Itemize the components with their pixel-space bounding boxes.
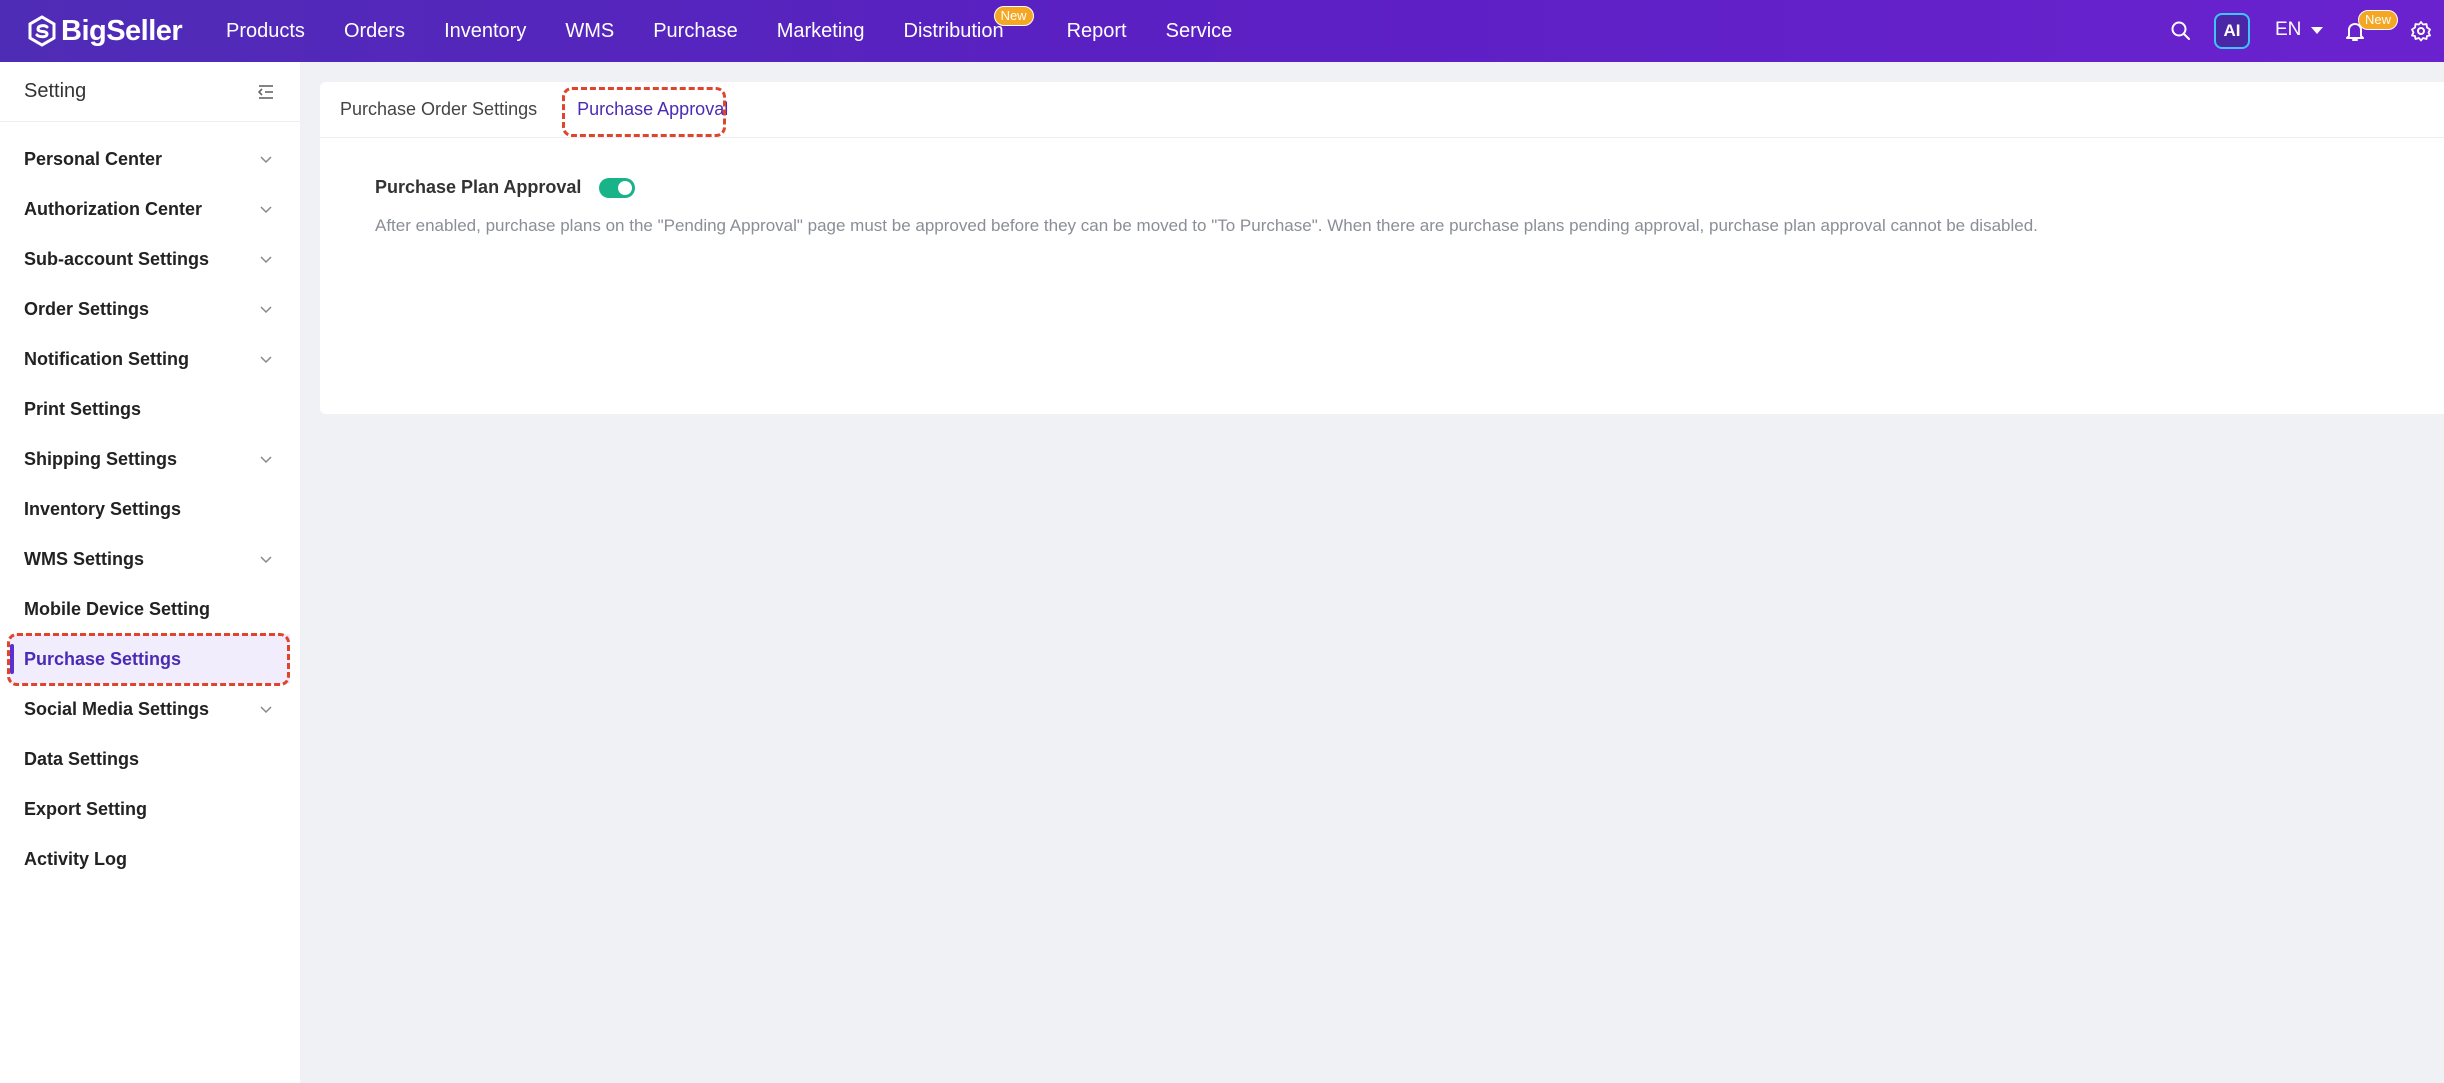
chevron-down-icon bbox=[260, 206, 272, 214]
sidebar-item-purchase-settings[interactable]: Purchase Settings bbox=[10, 634, 290, 684]
sidebar-item-label: Mobile Device Setting bbox=[24, 598, 211, 619]
sidebar-item-label: Sub-account Settings bbox=[24, 248, 210, 269]
settings-sidebar: Setting Personal Center Authorization Ce… bbox=[0, 62, 300, 1083]
main-nav: Products Orders Inventory WMS Purchase M… bbox=[226, 0, 1271, 62]
sidebar-header: Setting bbox=[0, 62, 300, 122]
sidebar-item-label: Order Settings bbox=[24, 298, 150, 319]
nav-wms[interactable]: WMS bbox=[565, 20, 614, 43]
sidebar-item-label: Data Settings bbox=[24, 748, 140, 769]
settings-panel: Purchase Order Settings Purchase Approva… bbox=[320, 82, 2444, 414]
sidebar-item-label: Notification Setting bbox=[24, 348, 189, 369]
tab-purchase-approval[interactable]: Purchase Approval bbox=[577, 99, 728, 120]
sidebar-item-label: Authorization Center bbox=[24, 198, 202, 219]
notification-new-badge: New bbox=[2358, 10, 2399, 30]
sidebar-item-print-settings[interactable]: Print Settings bbox=[0, 384, 300, 434]
nav-products[interactable]: Products bbox=[226, 20, 305, 43]
sidebar-item-export-setting[interactable]: Export Setting bbox=[0, 784, 300, 834]
tab-purchase-order-settings[interactable]: Purchase Order Settings bbox=[340, 99, 537, 120]
nav-report[interactable]: Report bbox=[1067, 20, 1127, 43]
sidebar-item-label: Social Media Settings bbox=[24, 698, 210, 719]
nav-marketing[interactable]: Marketing bbox=[777, 20, 865, 43]
language-selector[interactable]: EN bbox=[2275, 19, 2324, 41]
ai-assistant-button[interactable]: AI bbox=[2214, 13, 2250, 49]
sidebar-title: Setting bbox=[24, 80, 87, 102]
nav-service[interactable]: Service bbox=[1166, 20, 1233, 43]
sidebar-item-shipping-settings[interactable]: Shipping Settings bbox=[0, 434, 300, 484]
sidebar-item-notification-setting[interactable]: Notification Setting bbox=[0, 334, 300, 384]
language-label: EN bbox=[2275, 19, 2302, 40]
sidebar-item-label: Personal Center bbox=[24, 148, 163, 169]
nav-purchase[interactable]: Purchase bbox=[653, 20, 738, 43]
sidebar-menu: Personal Center Authorization Center Sub… bbox=[0, 122, 300, 884]
purchase-plan-approval-row: Purchase Plan Approval bbox=[375, 177, 636, 198]
settings-tabs: Purchase Order Settings Purchase Approva… bbox=[320, 82, 2444, 138]
sidebar-item-mobile-device-setting[interactable]: Mobile Device Setting bbox=[0, 584, 300, 634]
sidebar-item-wms-settings[interactable]: WMS Settings bbox=[0, 534, 300, 584]
chevron-down-icon bbox=[260, 556, 272, 564]
sidebar-item-label: Export Setting bbox=[24, 798, 148, 819]
collapse-menu-icon[interactable] bbox=[256, 82, 276, 102]
chevron-down-icon bbox=[260, 706, 272, 714]
bigseller-logo-icon bbox=[28, 15, 56, 47]
setting-description: After enabled, purchase plans on the "Pe… bbox=[375, 216, 2038, 235]
chevron-down-icon bbox=[260, 456, 272, 464]
sidebar-item-label: Print Settings bbox=[24, 398, 142, 419]
purchase-plan-approval-toggle[interactable] bbox=[599, 177, 636, 198]
sidebar-item-label: Inventory Settings bbox=[24, 498, 182, 519]
top-nav-bar: BigSeller Products Orders Inventory WMS … bbox=[0, 0, 2444, 62]
nav-distribution[interactable]: Distribution New bbox=[903, 5, 1034, 43]
sidebar-item-social-media-settings[interactable]: Social Media Settings bbox=[0, 684, 300, 734]
caret-down-icon bbox=[2311, 26, 2324, 34]
sidebar-item-label: Activity Log bbox=[24, 848, 128, 869]
sidebar-item-label: Purchase Settings bbox=[24, 648, 182, 669]
sidebar-item-label: WMS Settings bbox=[24, 548, 144, 569]
sidebar-item-data-settings[interactable]: Data Settings bbox=[0, 734, 300, 784]
sidebar-item-authorization-center[interactable]: Authorization Center bbox=[0, 184, 300, 234]
toggle-knob bbox=[618, 180, 633, 195]
gear-icon[interactable] bbox=[2410, 20, 2432, 42]
search-icon[interactable] bbox=[2170, 20, 2192, 42]
sidebar-item-sub-account-settings[interactable]: Sub-account Settings bbox=[0, 234, 300, 284]
chevron-down-icon bbox=[260, 156, 272, 164]
new-badge: New bbox=[993, 5, 1034, 26]
chevron-down-icon bbox=[260, 256, 272, 264]
sidebar-item-personal-center[interactable]: Personal Center bbox=[0, 134, 300, 184]
brand-name: BigSeller bbox=[61, 14, 183, 47]
setting-label: Purchase Plan Approval bbox=[375, 177, 582, 197]
nav-inventory[interactable]: Inventory bbox=[444, 20, 526, 43]
nav-distribution-label: Distribution bbox=[903, 19, 1004, 42]
sidebar-item-label: Shipping Settings bbox=[24, 448, 177, 469]
chevron-down-icon bbox=[260, 306, 272, 314]
sidebar-item-activity-log[interactable]: Activity Log bbox=[0, 834, 300, 884]
sidebar-item-inventory-settings[interactable]: Inventory Settings bbox=[0, 484, 300, 534]
sidebar-item-order-settings[interactable]: Order Settings bbox=[0, 284, 300, 334]
nav-orders[interactable]: Orders bbox=[344, 20, 405, 43]
chevron-down-icon bbox=[260, 356, 272, 364]
bigseller-logo[interactable]: BigSeller bbox=[26, 12, 183, 50]
